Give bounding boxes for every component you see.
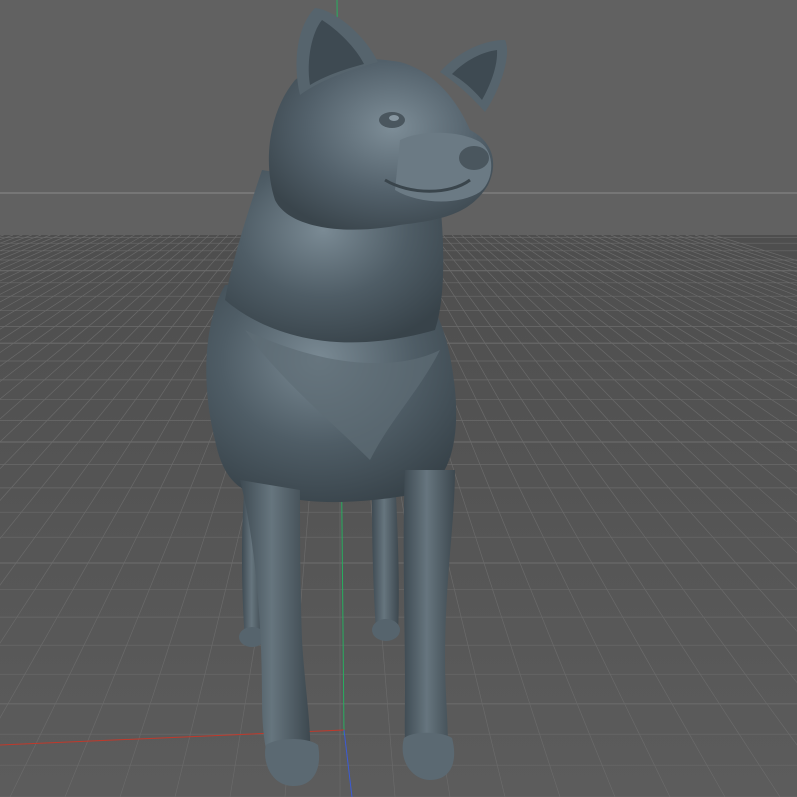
3d-viewport[interactable] — [0, 0, 797, 797]
viewport-canvas[interactable] — [0, 0, 797, 797]
dog-eye-highlight — [389, 115, 399, 121]
back-right-paw — [372, 619, 400, 641]
dog-nose — [459, 146, 489, 170]
back-right-leg — [372, 495, 399, 632]
